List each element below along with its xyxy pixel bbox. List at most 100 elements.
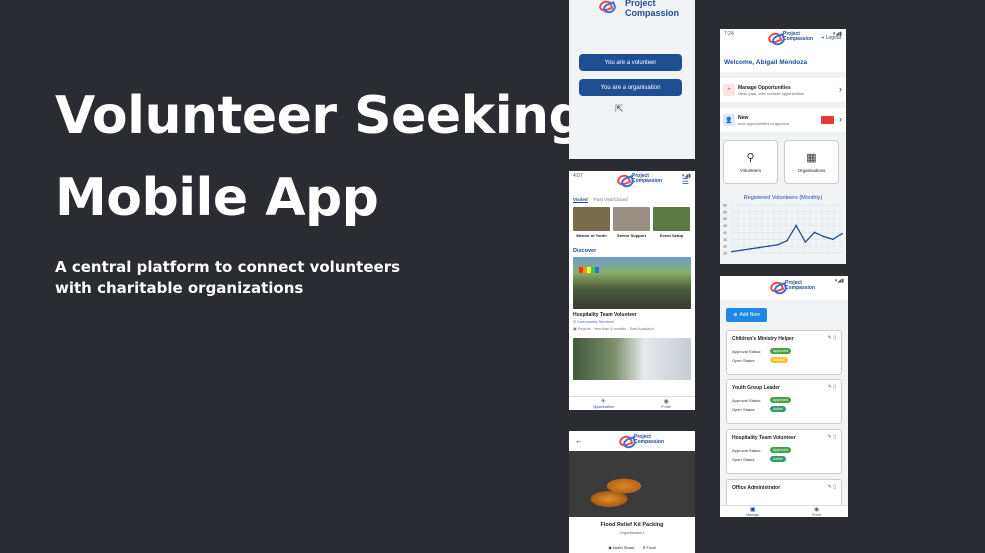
- visited-photo: [613, 207, 650, 231]
- organisations-tile[interactable]: ▦ Organisations: [784, 140, 839, 184]
- data-point: [758, 246, 761, 249]
- y-tick-label: 60: [723, 204, 727, 208]
- y-tick-label: 50: [723, 217, 727, 221]
- nav-profile[interactable]: ◉ Profile: [812, 507, 822, 517]
- new-count-badge: [821, 116, 834, 124]
- visited-label: Event Setup: [659, 233, 684, 238]
- visited-card[interactable]: Mentor of Youth: [573, 207, 610, 238]
- edit-delete-icon[interactable]: ✎ ▯: [828, 484, 836, 490]
- category-text: Food: [646, 545, 656, 550]
- manage-opportunities-row[interactable]: + Manage Opportunities View, post, edit, …: [720, 78, 846, 102]
- project-compassion-logo: Project Compassion: [617, 174, 662, 184]
- opportunity-card-title: Children's Ministry Helper: [732, 336, 794, 342]
- y-tick-label: 25: [723, 252, 727, 256]
- opportunity-photo-2[interactable]: [573, 338, 691, 380]
- volunteers-tile[interactable]: ⚲ Volunteers: [723, 140, 778, 184]
- open-badge: Active: [770, 456, 786, 462]
- back-arrow-icon[interactable]: ←: [575, 436, 583, 445]
- new-opportunities-row[interactable]: 👤 New new opportunities to approve ›: [720, 108, 846, 132]
- nav-manage[interactable]: ▣ Manage: [746, 507, 759, 517]
- data-point: [731, 250, 733, 253]
- person-icon: ⚲: [746, 152, 755, 164]
- chart-title: Registered Volunteers (Monthly): [743, 195, 823, 201]
- approval-label: Approval Status:: [732, 397, 762, 403]
- series-line: [731, 224, 843, 253]
- visited-card[interactable]: Event Setup: [653, 207, 690, 238]
- approval-label: Approval Status:: [732, 348, 762, 354]
- slide-subtitle: A central platform to connect volunteers…: [55, 258, 401, 297]
- menu-search-icon[interactable]: ☰: [682, 177, 689, 186]
- y-tick-label: 35: [723, 238, 727, 242]
- logo-text-line-2: Compassion: [632, 178, 663, 184]
- logout-label: Logout: [825, 35, 841, 41]
- y-tick-label: 40: [723, 231, 727, 235]
- add-new-button[interactable]: ⊕ Add New: [726, 308, 767, 322]
- project-compassion-logo: Project Compassion: [768, 32, 813, 42]
- opportunity-card[interactable]: Youth Group Leader ✎ ▯ Approval Status: App…: [726, 379, 842, 424]
- detail-organisation: Organisation1: [619, 530, 645, 535]
- explore-screen: 4:07 ▾◢▮ Project Compassion ☰ Visited Past…: [569, 171, 695, 410]
- open-label: Open Status:: [732, 357, 756, 363]
- y-tick-label: 45: [723, 224, 727, 228]
- opportunity-card-title: Youth Group Leader: [732, 385, 780, 391]
- data-point: [740, 249, 743, 252]
- logo-mark-icon: [617, 175, 630, 183]
- edit-delete-icon[interactable]: ✎ ▯: [828, 434, 836, 440]
- visited-photo: [573, 207, 610, 231]
- logo-mark-icon: [619, 436, 632, 444]
- building-icon: ▦: [806, 152, 817, 164]
- visited-label: Mentor of Youth: [576, 233, 607, 238]
- edit-delete-icon[interactable]: ✎ ▯: [828, 335, 836, 341]
- tab-visited[interactable]: Visited: [573, 197, 588, 203]
- add-circle-icon: ⊕: [733, 312, 738, 318]
- bread-photo: [569, 451, 695, 517]
- visited-label: Senior Support: [617, 233, 646, 238]
- visited-photo: [653, 207, 690, 231]
- logout-button[interactable]: ⇥ Logout: [820, 35, 841, 41]
- manage-opportunities-screen: ▾◢▮ Project Compassion ⊕ Add New Children'…: [720, 276, 848, 517]
- visited-card[interactable]: Senior Support: [613, 207, 650, 238]
- nav-opportunities[interactable]: ⚘ Opportunities: [593, 399, 614, 409]
- organisation-button[interactable]: You are a organisation: [579, 79, 682, 96]
- slide-title-line-1: Volunteer Seeking: [55, 86, 586, 146]
- data-point: [822, 235, 825, 238]
- data-point: [776, 243, 779, 246]
- volunteers-tile-label: Volunteers: [739, 168, 762, 173]
- project-compassion-logo: Project Compassion: [770, 281, 815, 291]
- logo-mark-icon: [599, 1, 623, 15]
- project-compassion-logo: Project Compassion: [619, 435, 664, 445]
- nav-opportunities-label: Opportunities: [592, 404, 614, 409]
- nav-profile-label: Profile: [661, 404, 672, 409]
- opportunity-photo[interactable]: [573, 257, 691, 309]
- opportunity-card-title: Office Administrator: [732, 485, 781, 491]
- approval-label: Approval Status:: [732, 447, 762, 453]
- registered-volunteers-chart: 60 55 50 45 40 35 30 25: [723, 204, 843, 256]
- approval-badge: Approved: [770, 447, 791, 453]
- approval-badge: Approved: [770, 397, 791, 403]
- mouse-cursor-icon: ⇱: [615, 104, 624, 115]
- status-icons: ▾◢▮: [834, 278, 844, 284]
- logo-mark-icon: [768, 33, 781, 41]
- opportunity-card[interactable]: Hospitality Team Volunteer ✎ ▯ Approval St…: [726, 429, 842, 474]
- volunteer-button[interactable]: You are a volunteer: [579, 54, 682, 71]
- slide-title-line-2: Mobile App: [55, 168, 379, 228]
- opportunity-title[interactable]: Hospitality Team Volunteer: [569, 309, 695, 318]
- edit-delete-icon[interactable]: ✎ ▯: [828, 384, 836, 390]
- opportunity-card-title: Hospitality Team Volunteer: [732, 435, 796, 441]
- data-point: [786, 239, 788, 242]
- approval-badge: Approved: [770, 348, 791, 354]
- admin-dashboard-screen: 7:24 ▾◢▮ Project Compassion ⇥ Logout Welco…: [720, 29, 846, 264]
- login-screen: Project Compassion You are a volunteer Yo…: [569, 0, 695, 159]
- tab-past-visit[interactable]: Past Visit/Closed: [594, 197, 628, 203]
- opportunity-card[interactable]: Children's Ministry Helper ✎ ▯ Approval St…: [726, 330, 842, 375]
- rainbow-flag: [579, 267, 599, 273]
- nav-profile-label: Profile: [811, 512, 822, 517]
- add-new-label: Add New: [739, 312, 760, 318]
- status-time: 4:07: [573, 173, 583, 179]
- welcome-message: Welcome, Abigail Mendoza: [720, 51, 846, 72]
- category-text: Community Services: [577, 319, 614, 324]
- open-badge: Inactive: [770, 357, 789, 363]
- data-point: [795, 224, 798, 227]
- detail-title: Flood Relief Kit Packing: [600, 522, 664, 528]
- nav-profile[interactable]: ◉ Profile: [661, 399, 671, 409]
